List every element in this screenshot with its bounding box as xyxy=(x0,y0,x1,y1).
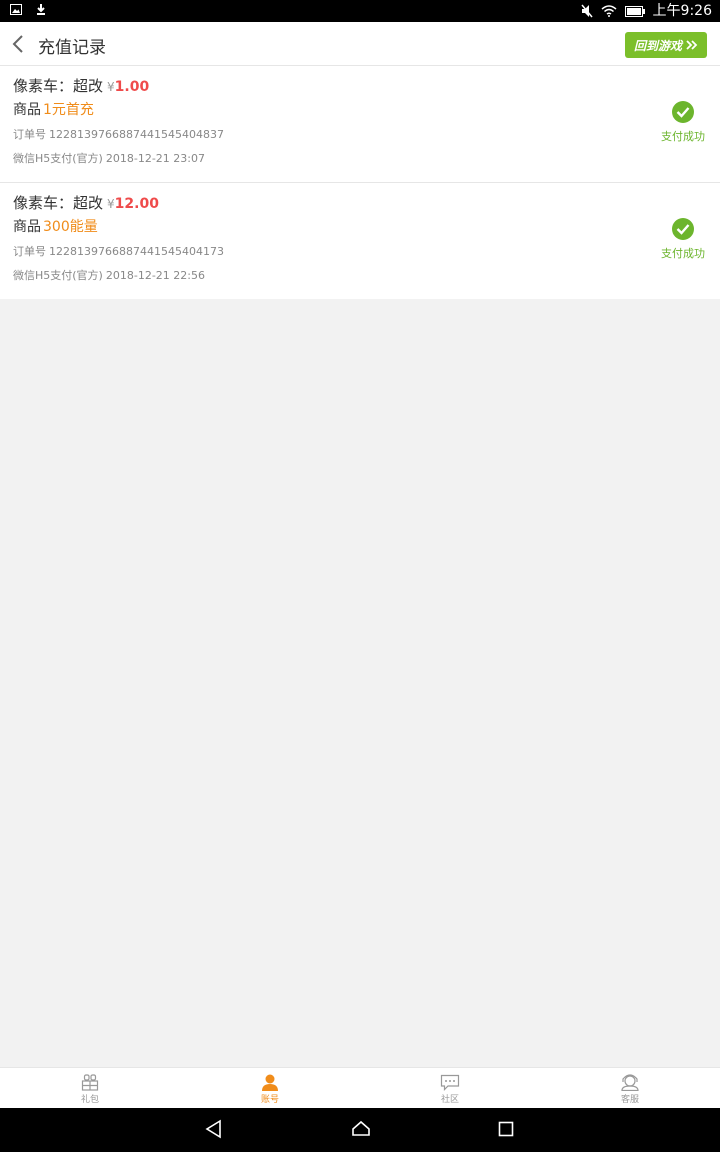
check-circle-icon xyxy=(672,101,694,123)
tab-label: 账号 xyxy=(260,1094,279,1105)
product-line: 商品 300能量 xyxy=(13,216,98,236)
tab-customer-service[interactable]: 客服 xyxy=(540,1068,720,1108)
record-title: 像素车：超改 ¥1.00 xyxy=(13,75,149,96)
status-label: 支付成功 xyxy=(661,130,705,143)
double-chevron-right-icon xyxy=(686,40,698,50)
order-line: 订单号 1228139766887441545404173 xyxy=(13,243,224,259)
payment-time: 2018-12-21 22:56 xyxy=(105,269,205,282)
product-label: 商品 xyxy=(13,219,41,235)
page-title: 充值记录 xyxy=(38,38,106,58)
status-bar: 上午9:26 xyxy=(0,0,720,22)
product-line: 商品 1元首充 xyxy=(13,99,94,119)
status-time: 上午9:26 xyxy=(652,3,712,19)
wifi-icon xyxy=(601,5,617,17)
status-label: 支付成功 xyxy=(661,247,705,260)
game-name: 像素车：超改 xyxy=(13,77,104,95)
record-item: 像素车：超改 ¥12.00 商品 300能量 订单号 1228139766887441… xyxy=(0,183,720,299)
recent-apps-icon[interactable] xyxy=(498,1119,514,1139)
tab-label: 礼包 xyxy=(80,1094,99,1105)
game-name: 像素车：超改 xyxy=(13,194,104,212)
payment-time: 2018-12-21 23:07 xyxy=(105,152,205,165)
header: 充值记录 回到游戏 xyxy=(0,22,720,66)
payment-line: 微信H5支付(官方) 2018-12-21 22:56 xyxy=(13,267,205,283)
back-to-game-button[interactable]: 回到游戏 xyxy=(625,32,707,58)
mute-icon xyxy=(580,4,593,18)
order-number: 1228139766887441545404837 xyxy=(49,128,224,141)
product-label: 商品 xyxy=(13,102,41,118)
battery-icon xyxy=(624,5,645,17)
user-icon xyxy=(262,1074,278,1091)
gift-icon xyxy=(81,1073,99,1091)
home-icon[interactable] xyxy=(351,1119,371,1139)
tab-label: 社区 xyxy=(440,1094,459,1105)
currency-symbol: ¥ xyxy=(107,197,115,211)
payment-status: 支付成功 xyxy=(658,101,708,144)
headset-icon xyxy=(621,1073,639,1091)
download-icon xyxy=(37,4,45,15)
amount: 1.00 xyxy=(114,79,150,95)
tab-label: 客服 xyxy=(620,1094,639,1105)
chat-icon xyxy=(440,1074,460,1091)
tab-gift[interactable]: 礼包 xyxy=(0,1068,180,1108)
recharge-record-list: 像素车：超改 ¥1.00 商品 1元首充 订单号 122813976688744154… xyxy=(0,66,720,299)
record-title: 像素车：超改 ¥12.00 xyxy=(13,192,159,213)
amount: 12.00 xyxy=(114,196,159,212)
payment-method: 微信H5支付(官方) xyxy=(13,269,103,282)
product-name: 1元首充 xyxy=(43,102,94,118)
system-navigation-bar xyxy=(0,1108,720,1152)
bottom-tab-bar: 礼包 账号 社区 客服 xyxy=(0,1067,720,1108)
order-label: 订单号 xyxy=(13,245,46,258)
payment-line: 微信H5支付(官方) 2018-12-21 23:07 xyxy=(13,150,205,166)
record-item: 像素车：超改 ¥1.00 商品 1元首充 订单号 122813976688744154… xyxy=(0,66,720,183)
back-triangle-icon[interactable] xyxy=(205,1119,223,1139)
currency-symbol: ¥ xyxy=(107,80,115,94)
check-circle-icon xyxy=(672,218,694,240)
payment-status: 支付成功 xyxy=(658,218,708,261)
order-number: 1228139766887441545404173 xyxy=(49,245,224,258)
back-to-game-label: 回到游戏 xyxy=(633,38,682,53)
order-line: 订单号 1228139766887441545404837 xyxy=(13,126,224,142)
tab-community[interactable]: 社区 xyxy=(360,1068,540,1108)
order-label: 订单号 xyxy=(13,128,46,141)
payment-method: 微信H5支付(官方) xyxy=(13,152,103,165)
back-icon[interactable] xyxy=(10,33,30,55)
image-notification-icon xyxy=(10,4,22,15)
tab-account[interactable]: 账号 xyxy=(180,1068,360,1108)
product-name: 300能量 xyxy=(43,219,98,235)
